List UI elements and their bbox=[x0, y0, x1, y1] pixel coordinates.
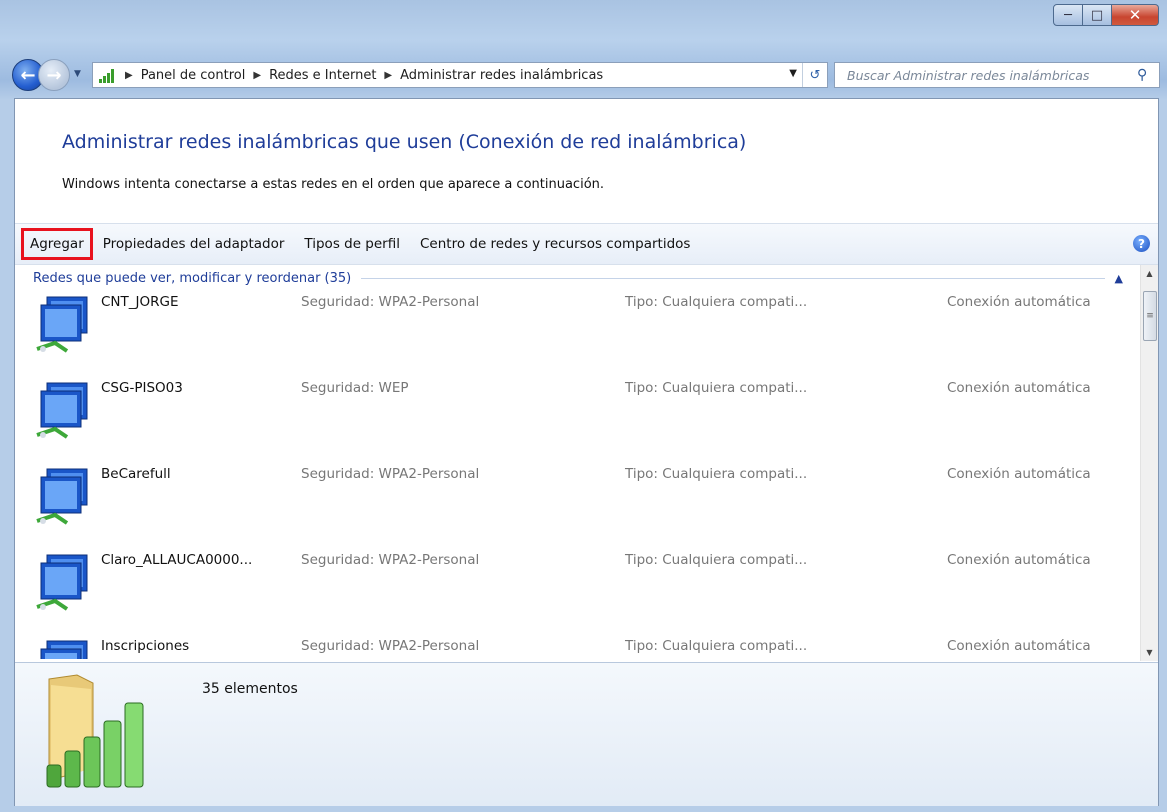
minimize-icon[interactable]: ─ bbox=[1053, 4, 1083, 26]
page-description: Windows intenta conectarse a estas redes… bbox=[62, 177, 605, 192]
breadcrumb-manage-wireless[interactable]: Administrar redes inalámbricas bbox=[400, 68, 603, 83]
list-item[interactable]: Claro_ALLAUCA0000... Seguridad: WPA2-Per… bbox=[29, 547, 1129, 633]
network-name: Claro_ALLAUCA0000... bbox=[101, 552, 253, 568]
navigation-bar: ← → ▼ ▶ Panel de control ▶ Redes e Inter… bbox=[8, 55, 1160, 95]
profile-types-button[interactable]: Tipos de perfil bbox=[294, 229, 410, 259]
search-box[interactable]: ⚲ bbox=[834, 62, 1160, 88]
wireless-network-icon bbox=[36, 296, 88, 353]
address-bar[interactable]: ▶ Panel de control ▶ Redes e Internet ▶ … bbox=[92, 62, 828, 88]
command-bar: Agregar Propiedades del adaptador Tipos … bbox=[15, 223, 1158, 265]
network-name: CNT_JORGE bbox=[101, 294, 179, 310]
connection-mode: Conexión automática bbox=[947, 552, 1091, 568]
breadcrumb-network-internet[interactable]: Redes e Internet bbox=[269, 68, 376, 83]
scroll-down-icon[interactable]: ▼ bbox=[1141, 644, 1158, 661]
network-security: Seguridad: WPA2-Personal bbox=[301, 552, 480, 568]
list-item[interactable]: CSG-PISO03 Seguridad: WEP Tipo: Cualquie… bbox=[29, 375, 1129, 461]
wireless-network-icon bbox=[36, 554, 88, 611]
list-item[interactable]: BeCarefull Seguridad: WPA2-Personal Tipo… bbox=[29, 461, 1129, 547]
network-security: Seguridad: WPA2-Personal bbox=[301, 294, 480, 310]
network-signal-icon bbox=[99, 67, 117, 83]
window: ─ □ ✕ ← → ▼ ▶ Panel de control ▶ Redes e… bbox=[0, 0, 1167, 812]
search-icon[interactable]: ⚲ bbox=[1137, 67, 1159, 83]
refresh-icon[interactable]: ↺ bbox=[802, 63, 827, 87]
details-pane: 35 elementos bbox=[15, 662, 1158, 806]
breadcrumb-separator-icon[interactable]: ▶ bbox=[384, 70, 392, 81]
connection-mode: Conexión automática bbox=[947, 638, 1091, 654]
vertical-scrollbar[interactable]: ▲ ≡ ▼ bbox=[1140, 265, 1158, 661]
adapter-properties-button[interactable]: Propiedades del adaptador bbox=[93, 229, 295, 259]
wireless-network-icon bbox=[36, 468, 88, 525]
group-title: Redes que puede ver, modificar y reorden… bbox=[33, 270, 352, 286]
page-title: Administrar redes inalámbricas que usen … bbox=[62, 131, 747, 153]
close-icon[interactable]: ✕ bbox=[1112, 4, 1159, 26]
caption-buttons: ─ □ ✕ bbox=[1053, 4, 1159, 26]
list-item[interactable]: CNT_JORGE Seguridad: WPA2-Personal Tipo:… bbox=[29, 289, 1129, 375]
help-icon[interactable]: ? bbox=[1133, 235, 1150, 252]
maximize-icon[interactable]: □ bbox=[1083, 4, 1112, 26]
network-sharing-center-button[interactable]: Centro de redes y recursos compartidos bbox=[410, 229, 700, 259]
network-name: BeCarefull bbox=[101, 466, 171, 482]
network-list: CNT_JORGE Seguridad: WPA2-Personal Tipo:… bbox=[29, 289, 1129, 659]
list-item[interactable]: Inscripciones Seguridad: WPA2-Personal T… bbox=[29, 633, 1129, 659]
network-type: Tipo: Cualquiera compati... bbox=[625, 466, 808, 482]
group-divider bbox=[361, 277, 1105, 279]
group-header[interactable]: Redes que puede ver, modificar y reorden… bbox=[33, 269, 1123, 287]
network-type: Tipo: Cualquiera compati... bbox=[625, 638, 808, 654]
item-count: 35 elementos bbox=[202, 681, 298, 697]
network-security: Seguridad: WEP bbox=[301, 380, 409, 396]
network-name: CSG-PISO03 bbox=[101, 380, 183, 396]
address-dropdown-icon[interactable]: ▼ bbox=[789, 68, 797, 79]
breadcrumb-separator-icon[interactable]: ▶ bbox=[253, 70, 261, 81]
network-security: Seguridad: WPA2-Personal bbox=[301, 638, 480, 654]
wireless-network-icon bbox=[40, 640, 88, 659]
recent-pages-icon[interactable]: ▼ bbox=[74, 69, 81, 79]
wireless-folder-icon bbox=[46, 674, 144, 788]
connection-mode: Conexión automática bbox=[947, 380, 1091, 396]
network-type: Tipo: Cualquiera compati... bbox=[625, 552, 808, 568]
breadcrumb-separator-icon[interactable]: ▶ bbox=[125, 70, 133, 81]
scroll-up-icon[interactable]: ▲ bbox=[1141, 265, 1158, 282]
collapse-icon[interactable]: ▲ bbox=[1115, 272, 1123, 285]
add-button[interactable]: Agregar bbox=[21, 228, 93, 260]
network-type: Tipo: Cualquiera compati... bbox=[625, 380, 808, 396]
breadcrumb-control-panel[interactable]: Panel de control bbox=[141, 68, 246, 83]
content-pane: Administrar redes inalámbricas que usen … bbox=[14, 98, 1159, 806]
connection-mode: Conexión automática bbox=[947, 294, 1091, 310]
network-name: Inscripciones bbox=[101, 638, 190, 654]
network-security: Seguridad: WPA2-Personal bbox=[301, 466, 480, 482]
forward-icon[interactable]: → bbox=[38, 59, 70, 91]
connection-mode: Conexión automática bbox=[947, 466, 1091, 482]
scroll-thumb[interactable]: ≡ bbox=[1143, 291, 1157, 341]
wireless-network-icon bbox=[36, 382, 88, 439]
search-input[interactable] bbox=[845, 66, 1137, 84]
network-type: Tipo: Cualquiera compati... bbox=[625, 294, 808, 310]
